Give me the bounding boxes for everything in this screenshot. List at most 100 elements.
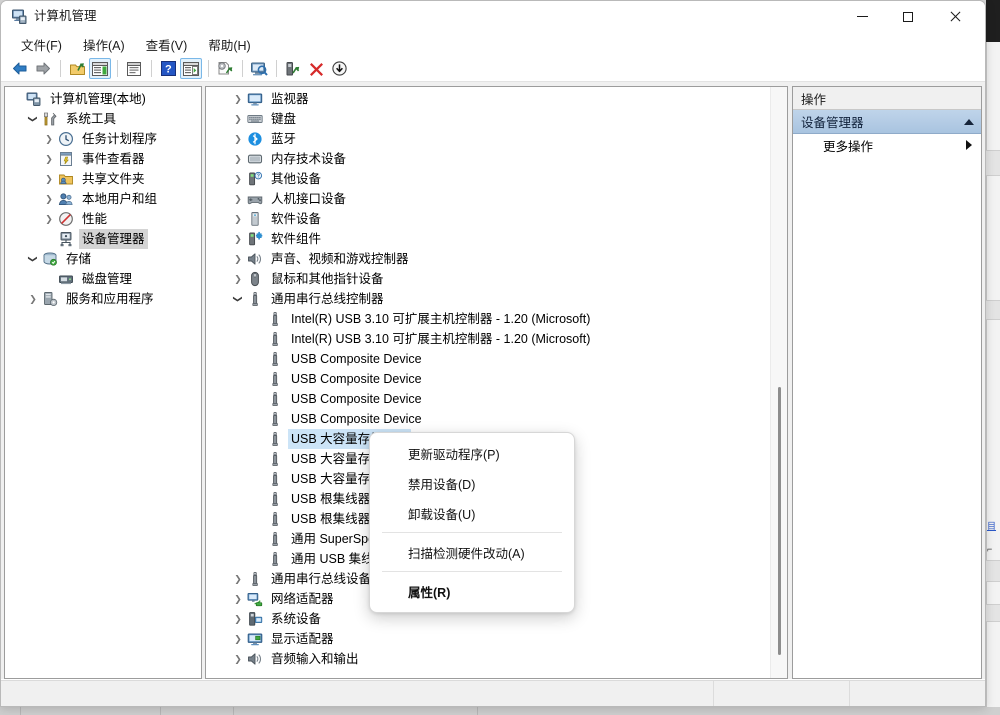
toolbar-disable-device[interactable] [328, 58, 350, 79]
usb-icon [266, 351, 284, 367]
toolbar-up-level[interactable] [66, 58, 88, 79]
tree-item[interactable]: ❯ 系统工具 [5, 109, 201, 129]
tree-item[interactable]: ❯ 服务和应用程序 [5, 289, 201, 309]
toolbar-update-driver[interactable] [214, 58, 236, 79]
toolbar-separator [276, 60, 277, 77]
tree-item[interactable]: ❯ 本地用户和组 [5, 189, 201, 209]
ctx-scan-hardware-changes[interactable]: 扫描检测硬件改动(A) [370, 537, 574, 567]
tree-item[interactable]: USB Composite Device [206, 409, 787, 429]
toolbar-scan-hardware[interactable] [248, 58, 270, 79]
chevron-right-icon[interactable]: ❯ [230, 249, 246, 269]
tree-item[interactable]: ❯ 任务计划程序 [5, 129, 201, 149]
chevron-right-icon[interactable]: ❯ [230, 649, 246, 669]
chevron-right-icon[interactable]: ❯ [230, 269, 246, 289]
actions-group-device-manager[interactable]: 设备管理器 [793, 110, 981, 134]
tree-item-label: 计算机管理(本地) [50, 92, 146, 106]
tree-item[interactable]: ❯ 监视器 [206, 89, 787, 109]
chevron-right-icon[interactable]: ❯ [230, 129, 246, 149]
toolbar-enable-device[interactable] [282, 58, 304, 79]
scan-hardware-changes-icon [251, 62, 268, 76]
device-tree-scrollbar[interactable] [770, 87, 787, 678]
chevron-right-icon[interactable]: ❯ [230, 229, 246, 249]
tree-item[interactable]: 磁盘管理 [5, 269, 201, 289]
ctx-uninstall-device[interactable]: 卸载设备(U) [370, 498, 574, 528]
toolbar-properties[interactable] [123, 58, 145, 79]
action-more-actions[interactable]: 更多操作 [793, 134, 981, 156]
toolbar-help[interactable]: ? [157, 58, 179, 79]
ctx-disable-device[interactable]: 禁用设备(D) [370, 468, 574, 498]
task-scheduler-icon [57, 131, 75, 147]
maximize-button[interactable] [885, 1, 931, 32]
tree-item[interactable]: ❯ 内存技术设备 [206, 149, 787, 169]
chevron-right-icon[interactable]: ❯ [230, 149, 246, 169]
toolbar-uninstall-device[interactable] [305, 58, 327, 79]
tree-item[interactable]: ❯ 软件组件 [206, 229, 787, 249]
chevron-right-icon[interactable]: ❯ [41, 169, 57, 189]
tree-item[interactable]: USB Composite Device [206, 389, 787, 409]
chevron-right-icon[interactable]: ❯ [41, 209, 57, 229]
tree-item[interactable]: 设备管理器 [5, 229, 201, 249]
ctx-properties[interactable]: 属性(R) [370, 576, 574, 606]
close-icon [949, 11, 960, 22]
chevron-right-icon[interactable]: ❯ [230, 89, 246, 109]
tree-item[interactable]: Intel(R) USB 3.10 可扩展主机控制器 - 1.20 (Micro… [206, 329, 787, 349]
chevron-right-icon[interactable]: ❯ [41, 129, 57, 149]
toolbar-show-action-pane[interactable] [180, 58, 202, 79]
performance-icon [57, 211, 75, 227]
tree-item-label: USB Composite Device [291, 392, 422, 406]
chevron-right-icon[interactable]: ❯ [230, 189, 246, 209]
tree-item-label: 性能 [82, 212, 108, 226]
chevron-right-icon[interactable]: ❯ [230, 629, 246, 649]
chevron-right-icon[interactable]: ❯ [230, 169, 246, 189]
tree-item[interactable]: ❯ 人机接口设备 [206, 189, 787, 209]
chevron-down-icon[interactable]: ❯ [228, 291, 248, 307]
tree-item[interactable]: ❯ 蓝牙 [206, 129, 787, 149]
usb-icon [266, 511, 284, 527]
toolbar-back[interactable] [9, 58, 31, 79]
help-question-icon: ? [160, 61, 176, 76]
tree-item[interactable]: ❯ 存储 [5, 249, 201, 269]
chevron-down-icon[interactable]: ❯ [23, 111, 43, 127]
scrollbar-thumb[interactable] [778, 387, 781, 655]
tree-item[interactable]: ❯? 其他设备 [206, 169, 787, 189]
toolbar-separator [60, 60, 61, 77]
chevron-right-icon[interactable]: ❯ [230, 609, 246, 629]
tree-item[interactable]: Intel(R) USB 3.10 可扩展主机控制器 - 1.20 (Micro… [206, 309, 787, 329]
chevron-right-icon[interactable]: ❯ [41, 149, 57, 169]
tree-item-label: 设备管理器 [79, 229, 148, 249]
chevron-right-icon[interactable]: ❯ [230, 589, 246, 609]
tree-item[interactable]: ❯ 性能 [5, 209, 201, 229]
chevron-right-icon[interactable]: ❯ [230, 569, 246, 589]
tree-item[interactable]: 计算机管理(本地) [5, 89, 201, 109]
close-button[interactable] [931, 1, 977, 32]
console-tree[interactable]: 计算机管理(本地) ❯ 系统工具 ❯ 任务计划程序 ❯ 事件查看器 ❯ 共享文件夹 ❯ 本地用户和组… [5, 87, 201, 309]
tree-item[interactable]: USB Composite Device [206, 349, 787, 369]
chevron-right-icon[interactable]: ❯ [230, 109, 246, 129]
tree-item[interactable]: ❯ 软件设备 [206, 209, 787, 229]
toolbar-show-tree[interactable] [89, 58, 111, 79]
svg-text:?: ? [165, 64, 172, 76]
menu-file[interactable]: 文件(F) [12, 33, 71, 57]
minimize-button[interactable] [839, 1, 885, 32]
tree-item[interactable]: ❯ 共享文件夹 [5, 169, 201, 189]
tree-item[interactable]: ❯ 声音、视频和游戏控制器 [206, 249, 787, 269]
chevron-right-icon[interactable]: ❯ [25, 289, 41, 309]
menu-view[interactable]: 查看(V) [137, 33, 197, 57]
ctx-update-driver[interactable]: 更新驱动程序(P) [370, 438, 574, 468]
chevron-right-icon[interactable]: ❯ [230, 209, 246, 229]
chevron-down-icon[interactable]: ❯ [23, 251, 43, 267]
chevron-right-icon[interactable]: ❯ [41, 189, 57, 209]
toolbar-forward[interactable] [32, 58, 54, 79]
tree-item[interactable]: ❯ 音频输入和输出 [206, 649, 787, 669]
device-context-menu[interactable]: 更新驱动程序(P) 禁用设备(D) 卸载设备(U) 扫描检测硬件改动(A) 属性(R) [369, 432, 575, 613]
tree-item[interactable]: ❯ 键盘 [206, 109, 787, 129]
menu-action[interactable]: 操作(A) [74, 33, 134, 57]
tree-item[interactable]: ❯ 通用串行总线控制器 [206, 289, 787, 309]
tree-item[interactable]: ❯ 鼠标和其他指针设备 [206, 269, 787, 289]
tree-item[interactable]: ❯ 显示适配器 [206, 629, 787, 649]
tree-item[interactable]: ❯ 事件查看器 [5, 149, 201, 169]
keyboard-icon [246, 111, 264, 127]
tree-item[interactable]: USB Composite Device [206, 369, 787, 389]
menu-help[interactable]: 帮助(H) [199, 33, 259, 57]
